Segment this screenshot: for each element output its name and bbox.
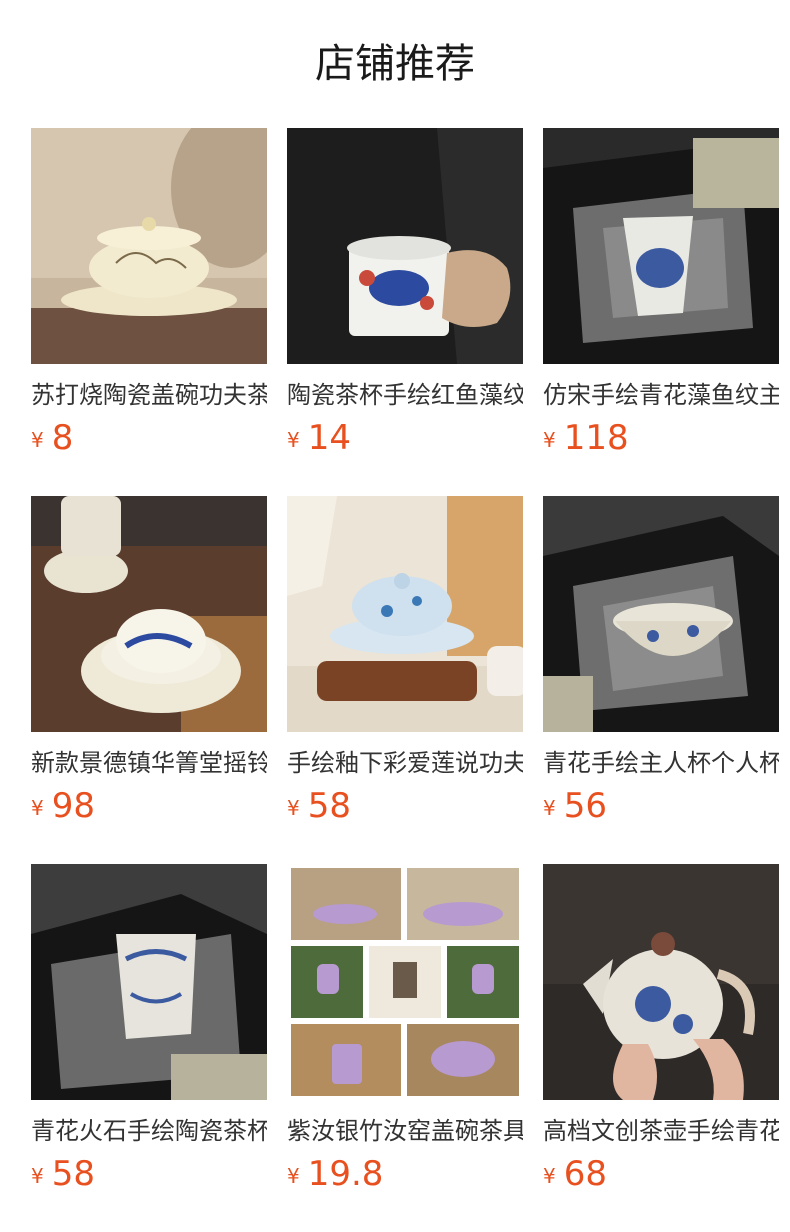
product-image[interactable]: [287, 128, 523, 364]
product-image[interactable]: [31, 128, 267, 364]
product-name[interactable]: 高档文创茶壶手绘青花: [543, 1114, 779, 1148]
product-price: ¥58: [287, 786, 523, 830]
product-image[interactable]: [287, 496, 523, 732]
product-name[interactable]: 苏打烧陶瓷盖碗功夫茶具: [31, 378, 267, 412]
product-image[interactable]: [31, 496, 267, 732]
product-name[interactable]: 仿宋手绘青花藻鱼纹主人杯: [543, 378, 779, 412]
product-name[interactable]: 新款景德镇华箐堂摇铃杯: [31, 746, 267, 780]
product-price: ¥8: [31, 418, 267, 462]
currency-symbol: ¥: [543, 1164, 556, 1188]
product-grid: 苏打烧陶瓷盖碗功夫茶具 ¥8 陶瓷茶杯手绘红鱼藻纹主人杯: [31, 128, 779, 1232]
product-price: ¥14: [287, 418, 523, 462]
currency-symbol: ¥: [31, 1164, 44, 1188]
price-value: 98: [51, 786, 95, 826]
product-card[interactable]: 陶瓷茶杯手绘红鱼藻纹主人杯 ¥14: [287, 128, 523, 496]
price-value: 8: [51, 418, 74, 458]
currency-symbol: ¥: [31, 428, 44, 452]
product-name[interactable]: 陶瓷茶杯手绘红鱼藻纹主人杯: [287, 378, 523, 412]
store-recommendations-page: 店铺推荐 苏打烧陶瓷盖碗功夫茶具 ¥8: [0, 0, 790, 1232]
price-value: 118: [563, 418, 629, 458]
price-value: 58: [51, 1154, 95, 1194]
currency-symbol: ¥: [31, 796, 44, 820]
product-price: ¥58: [31, 1154, 267, 1198]
product-image[interactable]: [31, 864, 267, 1100]
price-value: 56: [563, 786, 607, 826]
currency-symbol: ¥: [287, 1164, 300, 1188]
currency-symbol: ¥: [287, 796, 300, 820]
page-title: 店铺推荐: [315, 41, 475, 87]
price-value: 68: [563, 1154, 607, 1194]
product-price: ¥118: [543, 418, 779, 462]
product-price: ¥98: [31, 786, 267, 830]
product-card[interactable]: 高档文创茶壶手绘青花 ¥68: [543, 864, 779, 1232]
product-card[interactable]: 青花手绘主人杯个人杯 ¥56: [543, 496, 779, 864]
product-price: ¥68: [543, 1154, 779, 1198]
product-image[interactable]: [543, 128, 779, 364]
product-image[interactable]: [543, 864, 779, 1100]
product-card[interactable]: 青花火石手绘陶瓷茶杯 ¥58: [31, 864, 267, 1232]
product-card[interactable]: 苏打烧陶瓷盖碗功夫茶具 ¥8: [31, 128, 267, 496]
product-image[interactable]: [543, 496, 779, 732]
product-card[interactable]: 紫汝银竹汝窑盖碗茶具 ¥19.8: [287, 864, 523, 1232]
currency-symbol: ¥: [287, 428, 300, 452]
product-name[interactable]: 青花手绘主人杯个人杯: [543, 746, 779, 780]
price-value: 58: [307, 786, 351, 826]
product-card[interactable]: 手绘釉下彩爱莲说功夫茶具 ¥58: [287, 496, 523, 864]
currency-symbol: ¥: [543, 428, 556, 452]
product-name[interactable]: 青花火石手绘陶瓷茶杯: [31, 1114, 267, 1148]
currency-symbol: ¥: [543, 796, 556, 820]
price-value: 19.8: [307, 1154, 384, 1194]
price-value: 14: [307, 418, 351, 458]
product-name[interactable]: 手绘釉下彩爱莲说功夫茶具: [287, 746, 523, 780]
product-card[interactable]: 新款景德镇华箐堂摇铃杯 ¥98: [31, 496, 267, 864]
product-name[interactable]: 紫汝银竹汝窑盖碗茶具: [287, 1114, 523, 1148]
product-card[interactable]: 仿宋手绘青花藻鱼纹主人杯 ¥118: [543, 128, 779, 496]
product-price: ¥56: [543, 786, 779, 830]
product-image[interactable]: [287, 864, 523, 1100]
product-price: ¥19.8: [287, 1154, 523, 1198]
